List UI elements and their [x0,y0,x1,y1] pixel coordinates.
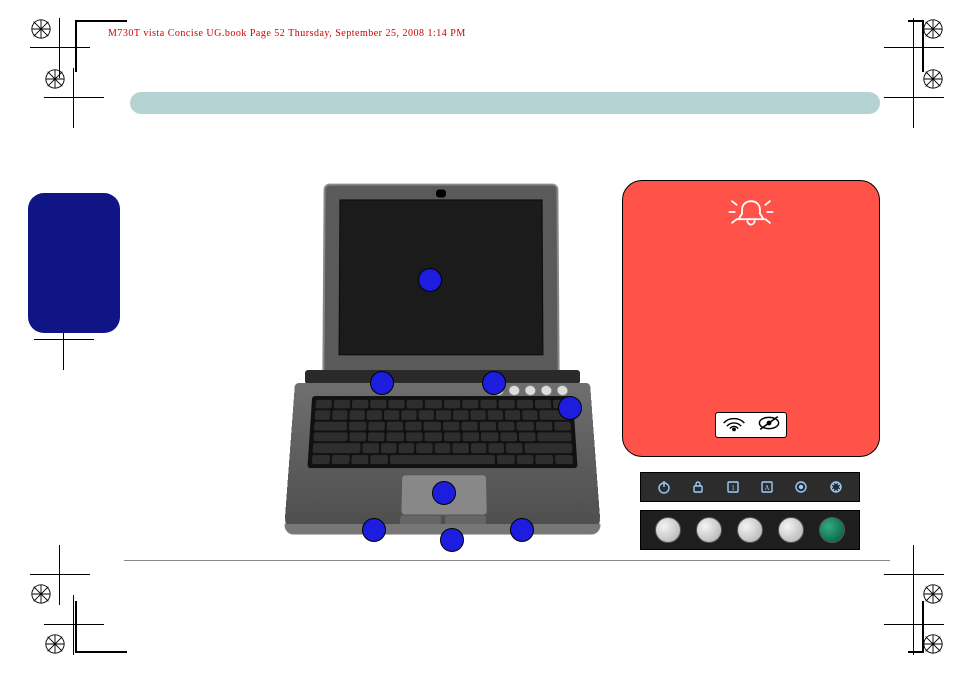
document-page: M730T vista Concise UG.book Page 52 Thur… [0,0,954,673]
callout-dot [418,268,442,292]
callout-dot [362,518,386,542]
laptop-hinge [305,370,580,384]
power-led-icon [656,479,672,495]
hdd-led-icon [793,479,809,495]
led-indicator-strip: 1 A [640,472,860,502]
bell-icon [724,195,778,229]
wireless-icon [722,414,746,437]
callout-dot [432,481,456,505]
registration-mark [884,68,944,128]
section-title-bar [130,92,880,114]
numlock-led-icon: 1 [725,479,741,495]
mute-button[interactable] [655,517,681,543]
footer-rule [124,560,890,561]
margin-tab [28,193,120,333]
camera-off-icon [757,414,781,437]
svg-text:1: 1 [731,484,735,492]
page-meta-text: M730T vista Concise UG.book Page 52 Thur… [108,28,466,39]
hotkey-button-strip [640,510,860,550]
capslock-led-icon: A [759,479,775,495]
callout-dot [370,371,394,395]
charge-led-icon [828,479,844,495]
crop-mark [908,601,924,653]
hotkey-icon [540,385,553,396]
lock-led-icon [690,479,706,495]
warning-box [622,180,880,457]
app1-button[interactable] [696,517,722,543]
callout-dot [510,518,534,542]
keyboard [307,396,577,468]
warning-icon-row [715,412,787,438]
app3-button[interactable] [778,517,804,543]
callout-dot [558,396,582,420]
svg-text:A: A [765,484,770,492]
webcam-icon [436,190,446,198]
registration-mark [44,68,104,128]
callout-dot [482,371,506,395]
crop-mark [75,601,127,653]
hotkey-icon [524,385,537,396]
hotkey-icon [508,385,520,396]
app2-button[interactable] [737,517,763,543]
laptop-base [284,383,601,533]
hotkey-icon [556,385,569,396]
crop-mark [908,20,924,72]
power-button[interactable] [819,517,845,543]
callout-dot [440,528,464,552]
